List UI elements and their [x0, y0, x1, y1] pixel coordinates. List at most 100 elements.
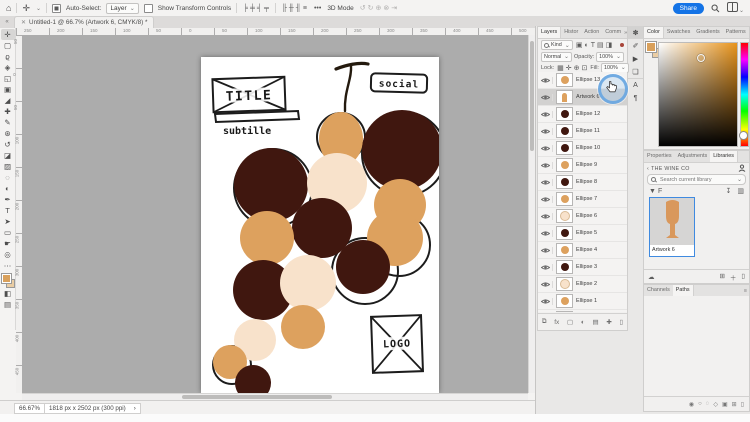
collapsed-panel-icon-paragraph[interactable]: ¶ — [628, 92, 643, 105]
distribute-icon-3[interactable]: ≡ — [303, 5, 307, 12]
layer-row[interactable]: Ellipse 5 — [538, 225, 627, 242]
transform-icon-4[interactable]: ⇥ — [391, 5, 397, 12]
panel-menu-icon[interactable]: ≡ — [744, 288, 747, 294]
paths-footer-icon-0[interactable]: ◉ — [689, 401, 694, 408]
layer-row[interactable]: Ellipse 9 — [538, 157, 627, 174]
layer-row[interactable]: Ellipse 7 — [538, 191, 627, 208]
library-item-artwork[interactable]: Artwork 6 — [649, 197, 695, 257]
gradient-tool[interactable]: ▨ — [1, 161, 15, 172]
tab-patterns[interactable]: Patterns — [723, 27, 749, 38]
layer-thumbnail[interactable] — [556, 294, 573, 308]
layers-footer-icon-5[interactable]: ✚ — [606, 318, 611, 326]
collapsed-panel-icon-brushes[interactable]: ✐ — [628, 39, 643, 52]
home-icon[interactable]: ⌂ — [6, 4, 11, 13]
library-name[interactable]: THE WINE CO — [651, 166, 690, 172]
blend-mode-dropdown[interactable]: Normal⌄ — [541, 52, 572, 62]
align-icon-3[interactable]: ╤ — [264, 5, 269, 12]
foreground-color-swatch[interactable] — [2, 274, 11, 283]
eraser-tool[interactable]: ◪ — [1, 150, 15, 161]
tab-histor[interactable]: Histor — [561, 27, 581, 38]
edit-toolbar[interactable]: ⋯ — [1, 260, 15, 271]
layer-thumbnail[interactable] — [556, 243, 573, 257]
back-icon[interactable]: ‹ — [647, 166, 649, 172]
layer-thumbnail[interactable] — [556, 90, 573, 104]
layers-footer-icon-1[interactable]: fx — [554, 319, 559, 326]
tab-libraries[interactable]: Libraries — [710, 151, 738, 162]
lock-icon-0[interactable]: ▦ — [557, 65, 564, 72]
path-selection-tool[interactable]: ➤ — [1, 216, 15, 227]
hand-tool[interactable]: ☛ — [1, 238, 15, 249]
layer-row[interactable]: Ellipse 10 — [538, 140, 627, 157]
pen-tool[interactable]: ✒ — [1, 194, 15, 205]
object-selection-tool[interactable]: ◈ — [1, 62, 15, 73]
library-view-icon-1[interactable]: ▥ — [737, 187, 744, 195]
layer-visibility-icon[interactable] — [540, 281, 553, 288]
fill-field[interactable]: 100%⌄ — [601, 63, 629, 73]
lock-icon-3[interactable]: ⊡ — [582, 65, 588, 72]
move-tool-option-icon[interactable]: ✛ — [22, 4, 30, 13]
status-chevron-icon[interactable]: › — [130, 405, 140, 412]
library-filter-icon-1[interactable]: F — [658, 188, 662, 195]
layer-thumbnail[interactable] — [556, 260, 573, 274]
hue-slider[interactable] — [740, 42, 749, 147]
opacity-field[interactable]: 100%⌄ — [596, 52, 624, 62]
clone-stamp-tool[interactable]: ⊛ — [1, 128, 15, 139]
dodge-tool[interactable]: ◐ — [1, 183, 15, 194]
transform-icon-1[interactable]: ↻ — [368, 5, 374, 12]
layer-filter-icon-4[interactable]: ◨ — [606, 42, 613, 49]
layer-row[interactable]: Ellipse 8 — [538, 174, 627, 191]
lasso-tool[interactable]: ϱ — [1, 51, 15, 62]
artboard[interactable]: TITLE subtille social LOGO — [201, 57, 439, 393]
canvas-viewport[interactable]: TITLE subtille social LOGO — [22, 35, 528, 393]
tab-color[interactable]: Color — [644, 27, 664, 38]
collapse-tabs-icon[interactable]: « — [0, 17, 14, 28]
paths-footer-icon-6[interactable]: ▯ — [741, 401, 744, 408]
history-brush-tool[interactable]: ↺ — [1, 139, 15, 150]
collapsed-panel-icon-decorative[interactable]: ✽ — [628, 26, 643, 39]
transform-icon-2[interactable]: ⊕ — [375, 5, 381, 12]
layer-thumbnail[interactable] — [556, 107, 573, 121]
zoom-level[interactable]: 66.67% — [15, 405, 44, 412]
align-icon-2[interactable]: ╡ — [257, 5, 262, 12]
layer-visibility-icon[interactable] — [540, 298, 553, 305]
layers-footer-icon-0[interactable]: ⧉ — [542, 318, 547, 326]
add-item-icon[interactable]: ＋ — [730, 272, 737, 282]
brush-tool[interactable]: ✎ — [1, 117, 15, 128]
layer-filter-dropdown[interactable]: Kind⌄ — [541, 40, 573, 50]
layer-visibility-icon[interactable] — [540, 128, 553, 135]
workspace-switcher-icon[interactable]: ⌄ — [727, 2, 744, 14]
layer-visibility-icon[interactable] — [540, 145, 553, 152]
layer-visibility-icon[interactable] — [540, 77, 553, 84]
document-tab[interactable]: ✕ Untitled-1 @ 66.7% (Artwork 6, CMYK/8)… — [14, 16, 154, 28]
transform-icon-0[interactable]: ↺ — [360, 5, 366, 12]
layer-thumbnail[interactable] — [556, 311, 573, 312]
tab-gradients[interactable]: Gradients — [693, 27, 722, 38]
share-button[interactable]: Share — [673, 3, 704, 14]
library-search-box[interactable]: ⌄ — [647, 174, 746, 185]
layer-row[interactable]: Ellipse 3 — [538, 259, 627, 276]
layer-filter-icon-1[interactable]: ◐ — [584, 42, 588, 49]
layer-visibility-icon[interactable] — [540, 196, 553, 203]
layer-thumbnail[interactable] — [556, 73, 573, 87]
align-icon-0[interactable]: ╞ — [243, 5, 248, 12]
layer-thumbnail[interactable] — [556, 158, 573, 172]
paths-footer-icon-1[interactable]: ○ — [698, 401, 702, 407]
tab-properties[interactable]: Properties — [644, 151, 675, 162]
paths-footer-icon-3[interactable]: ◇ — [713, 401, 718, 408]
layers-footer-icon-4[interactable]: ▤ — [592, 318, 598, 326]
more-options-icon[interactable]: ••• — [314, 5, 321, 12]
tab-channels[interactable]: Channels — [644, 285, 673, 296]
layer-visibility-icon[interactable] — [540, 94, 553, 101]
zoom-tool[interactable]: ◎ — [1, 249, 15, 260]
show-transform-checkbox[interactable] — [144, 4, 153, 13]
distribute-icon-2[interactable]: ╢ — [296, 5, 301, 12]
tab-paths[interactable]: Paths — [673, 285, 694, 296]
layer-row[interactable]: Ellipse 2 — [538, 276, 627, 293]
type-tool[interactable]: T — [1, 205, 15, 216]
library-search-input[interactable] — [658, 176, 732, 184]
color-swatches[interactable] — [1, 273, 15, 288]
layer-filter-icon-0[interactable]: ▣ — [576, 42, 583, 49]
paths-footer-icon-2[interactable]: ◌ — [706, 401, 710, 407]
transform-icon-3[interactable]: ⊗ — [383, 5, 389, 12]
layers-footer-icon-3[interactable]: ◐ — [581, 319, 585, 326]
